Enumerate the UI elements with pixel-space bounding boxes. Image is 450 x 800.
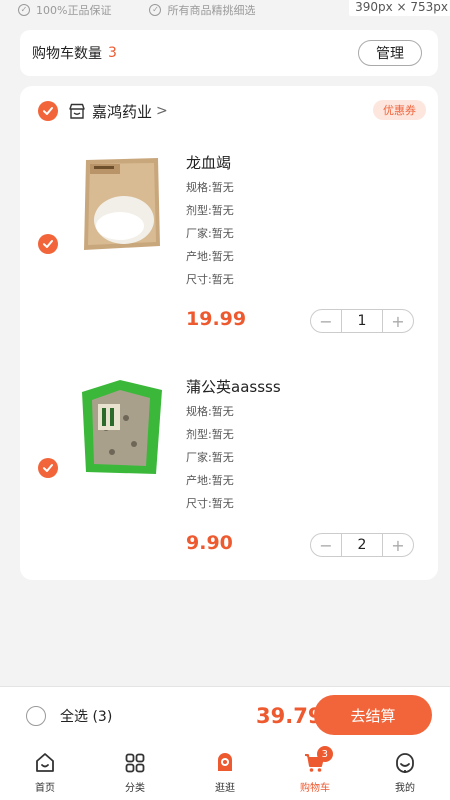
size-label: 390px × 753px (349, 0, 450, 16)
item-specs: 规格:暂无 剂型:暂无 厂家:暂无 产地:暂无 尺寸:暂无 (186, 176, 234, 291)
shop-icon (69, 103, 85, 119)
check-icon (43, 107, 53, 115)
grid-icon (125, 753, 145, 772)
check-icon (43, 464, 53, 472)
select-all-radio[interactable] (26, 705, 46, 726)
item-title[interactable]: 蒲公英aassss (186, 376, 281, 397)
item-size: 尺寸:暂无 (186, 497, 234, 510)
item-spec: 规格:暂无 (186, 405, 234, 418)
profile-icon (396, 752, 414, 773)
store-card: 嘉鸿药业 > 优惠券 龙血竭 规格:暂无 剂型:暂无 厂家:暂无 产地:暂无 尺… (20, 86, 438, 580)
selection-note: ✓ 所有商品精挑细选 (149, 2, 255, 18)
decrease-button[interactable]: − (311, 310, 341, 332)
coupon-button[interactable]: 优惠券 (373, 100, 426, 120)
item-origin: 产地:暂无 (186, 474, 234, 487)
cart-badge: 3 (316, 746, 333, 762)
store-header[interactable]: 嘉鸿药业 > (38, 100, 168, 122)
cart-count-value: 3 (108, 45, 117, 61)
store-checkbox[interactable] (38, 101, 58, 121)
tab-category[interactable]: 分类 (90, 744, 180, 800)
home-icon (36, 752, 54, 772)
tab-bar: 首页 分类 逛逛 3 购物车 我的 (0, 744, 450, 800)
tab-discover[interactable]: 逛逛 (180, 744, 270, 800)
checkout-bar: 全选 (3) 39.79 去结算 (0, 686, 450, 744)
tab-home-label: 首页 (35, 782, 55, 794)
tab-cart[interactable]: 3 购物车 (270, 744, 360, 800)
increase-button[interactable]: + (383, 310, 413, 332)
quantity-stepper: − 2 + (310, 533, 414, 557)
item-maker: 厂家:暂无 (186, 451, 234, 464)
tab-cart-label: 购物车 (300, 782, 330, 794)
tab-profile-label: 我的 (395, 782, 415, 794)
guarantee-text: 100%正品保证 (36, 4, 112, 17)
check-icon (43, 240, 53, 248)
item-specs: 规格:暂无 剂型:暂无 厂家:暂无 产地:暂无 尺寸:暂无 (186, 400, 234, 515)
item-origin: 产地:暂无 (186, 250, 234, 263)
check-circle-icon: ✓ (149, 4, 162, 16)
decrease-button[interactable]: − (311, 534, 341, 556)
total-price: 39.79 (256, 703, 323, 728)
product-image-powder-bag[interactable] (76, 154, 166, 254)
selection-text: 所有商品精挑细选 (167, 4, 256, 17)
cart-count-label: 购物车数量 (32, 46, 102, 62)
tab-category-label: 分类 (125, 782, 145, 794)
quantity-value[interactable]: 2 (341, 534, 383, 556)
guarantee-note: ✓ 100%正品保证 (18, 2, 111, 18)
manage-button[interactable]: 管理 (358, 40, 422, 66)
item-maker: 厂家:暂无 (186, 227, 234, 240)
top-strip: ✓ 100%正品保证 ✓ 所有商品精挑细选 390px × 753px (0, 0, 450, 20)
check-circle-icon: ✓ (18, 4, 30, 16)
tab-profile[interactable]: 我的 (360, 744, 450, 800)
quantity-stepper: − 1 + (310, 309, 414, 333)
cart-item: 龙血竭 规格:暂无 剂型:暂无 厂家:暂无 产地:暂无 尺寸:暂无 19.99 … (20, 148, 438, 368)
tab-home[interactable]: 首页 (0, 744, 90, 800)
store-name: 嘉鸿药业 (92, 102, 153, 121)
increase-button[interactable]: + (383, 534, 413, 556)
item-spec: 规格:暂无 (186, 181, 234, 194)
product-image-herb-bag[interactable] (76, 378, 166, 478)
cart-count-bar: 购物车数量 3 管理 (20, 30, 438, 76)
item-size: 尺寸:暂无 (186, 273, 234, 286)
quantity-value[interactable]: 1 (341, 310, 383, 332)
tab-discover-label: 逛逛 (215, 782, 235, 794)
item-form: 剂型:暂无 (186, 428, 234, 441)
discover-icon (218, 752, 232, 771)
select-all-label[interactable]: 全选 (3) (60, 706, 112, 726)
item-form: 剂型:暂无 (186, 204, 234, 217)
cart-item: 蒲公英aassss 规格:暂无 剂型:暂无 厂家:暂无 产地:暂无 尺寸:暂无 … (20, 372, 438, 592)
item-price: 9.90 (186, 532, 233, 554)
item-price: 19.99 (186, 308, 247, 330)
item-checkbox[interactable] (38, 234, 58, 254)
item-checkbox[interactable] (38, 458, 58, 478)
checkout-button[interactable]: 去结算 (314, 695, 432, 735)
store-arrow: > (156, 103, 168, 119)
item-title[interactable]: 龙血竭 (186, 152, 231, 173)
